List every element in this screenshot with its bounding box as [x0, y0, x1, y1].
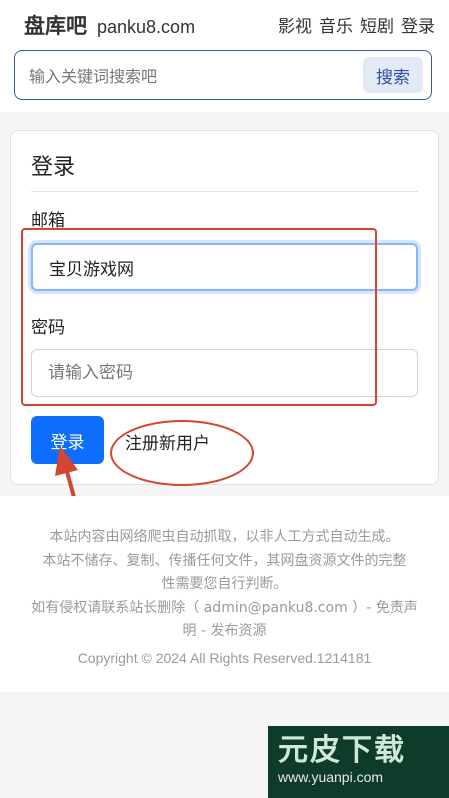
nav-item-short-drama[interactable]: 短剧	[360, 12, 394, 37]
login-card: 登录 邮箱 密码 登录 注册新用户	[10, 130, 439, 485]
footer-line: 性需要您自行判断。	[161, 576, 288, 592]
password-label: 密码	[31, 318, 65, 338]
login-button[interactable]: 登录	[31, 416, 104, 464]
footer-line[interactable]: 如有侵权请联系站长删除（ admin@panku8.com ）- 免责声	[0, 597, 449, 621]
email-label: 邮箱	[31, 211, 65, 231]
footer-line[interactable]: 明 - 发布资源	[0, 620, 449, 644]
footer-text: 本站内容由网络爬虫自动抓取，以非人工方式自动生成。 本站不储存、复制、传播任何文…	[0, 526, 449, 644]
login-title: 登录	[31, 155, 76, 180]
divider	[31, 191, 418, 192]
register-link[interactable]: 注册新用户	[125, 429, 210, 454]
nav-item-login[interactable]: 登录	[401, 12, 435, 37]
watermark-url: www.yuanpi.com	[278, 769, 384, 785]
nav-item-movies[interactable]: 影视	[278, 12, 312, 37]
search-input[interactable]	[27, 61, 361, 91]
nav-item-music[interactable]: 音乐	[319, 12, 353, 37]
email-field[interactable]	[31, 243, 418, 291]
top-nav: 影视 音乐 短剧 登录	[278, 12, 435, 37]
brand[interactable]: 盘库吧 panku8.com	[24, 10, 195, 40]
search-button[interactable]: 搜索	[363, 57, 423, 93]
watermark-title: 元皮下载	[278, 733, 406, 768]
watermark-logo: 元皮下载 www.yuanpi.com	[268, 726, 449, 798]
search-bar: 搜索	[14, 50, 432, 100]
password-field[interactable]	[31, 349, 418, 397]
top-bar: 盘库吧 panku8.com 影视 音乐 短剧 登录 搜索	[0, 0, 449, 112]
copyright: Copyright © 2024 All Rights Reserved.121…	[77, 650, 372, 666]
footer-line: 本站不储存、复制、传播任何文件，其网盘资源文件的完整	[42, 552, 407, 569]
footer-line: 本站内容由网络爬虫自动抓取，以非人工方式自动生成。	[49, 529, 400, 545]
brand-name[interactable]: 盘库吧	[24, 10, 87, 40]
brand-domain[interactable]: panku8.com	[97, 17, 195, 38]
